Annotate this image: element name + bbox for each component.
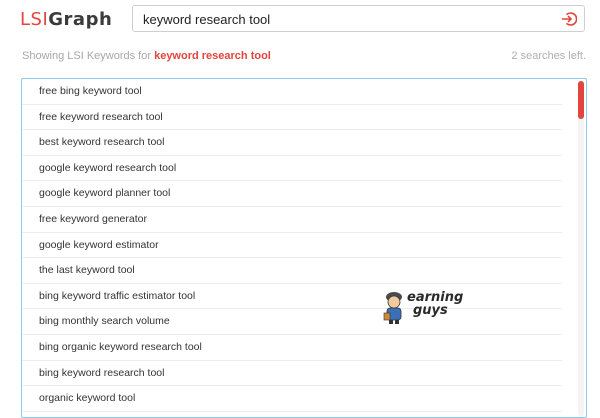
result-item[interactable]: google keyword estimator bbox=[22, 233, 562, 259]
result-item[interactable]: bing organic keyword research tool bbox=[22, 335, 562, 361]
result-item[interactable]: organic keyword tool bbox=[22, 386, 562, 412]
result-item[interactable]: google keyword planner tool bbox=[22, 181, 562, 207]
earning-guys-watermark: earning guys bbox=[381, 289, 463, 325]
watermark-line2: guys bbox=[413, 303, 448, 318]
search-input[interactable] bbox=[143, 9, 543, 29]
result-item[interactable]: free keyword research tool bbox=[22, 105, 562, 131]
result-item[interactable]: bing monthly search volume bbox=[22, 309, 562, 335]
search-box bbox=[132, 5, 585, 32]
watermark-text: earning guys bbox=[407, 291, 463, 317]
result-item[interactable]: bing keyword traffic estimator tool bbox=[22, 284, 562, 310]
mascot-icon bbox=[383, 292, 402, 324]
result-item[interactable]: free keyword generator bbox=[22, 207, 562, 233]
logo-graph: Graph bbox=[48, 9, 113, 30]
info-row: Showing LSI Keywords for keyword researc… bbox=[0, 47, 600, 65]
lsigraph-logo[interactable]: LSIGraph bbox=[20, 9, 112, 30]
showing-keyword: keyword research tool bbox=[154, 50, 271, 62]
scrollbar[interactable] bbox=[578, 81, 584, 417]
searches-left: 2 searches left. bbox=[511, 50, 586, 62]
result-item[interactable]: best keyword research tool bbox=[22, 130, 562, 156]
result-item[interactable]: the last keyword tool bbox=[22, 258, 562, 284]
scrollbar-thumb[interactable] bbox=[578, 81, 584, 119]
header: LSIGraph bbox=[0, 0, 600, 40]
result-item[interactable]: google keyword research tool bbox=[22, 156, 562, 182]
search-submit-icon[interactable] bbox=[561, 11, 578, 27]
logo-lsi: LSI bbox=[20, 9, 49, 30]
result-item[interactable]: bing keyword research tool bbox=[22, 361, 562, 387]
result-item[interactable]: free bing keyword tool bbox=[22, 79, 562, 105]
showing-prefix: Showing LSI Keywords for bbox=[22, 50, 155, 62]
showing-label: Showing LSI Keywords for keyword researc… bbox=[22, 50, 271, 62]
results-list: free bing keyword tool free keyword resea… bbox=[21, 78, 587, 418]
